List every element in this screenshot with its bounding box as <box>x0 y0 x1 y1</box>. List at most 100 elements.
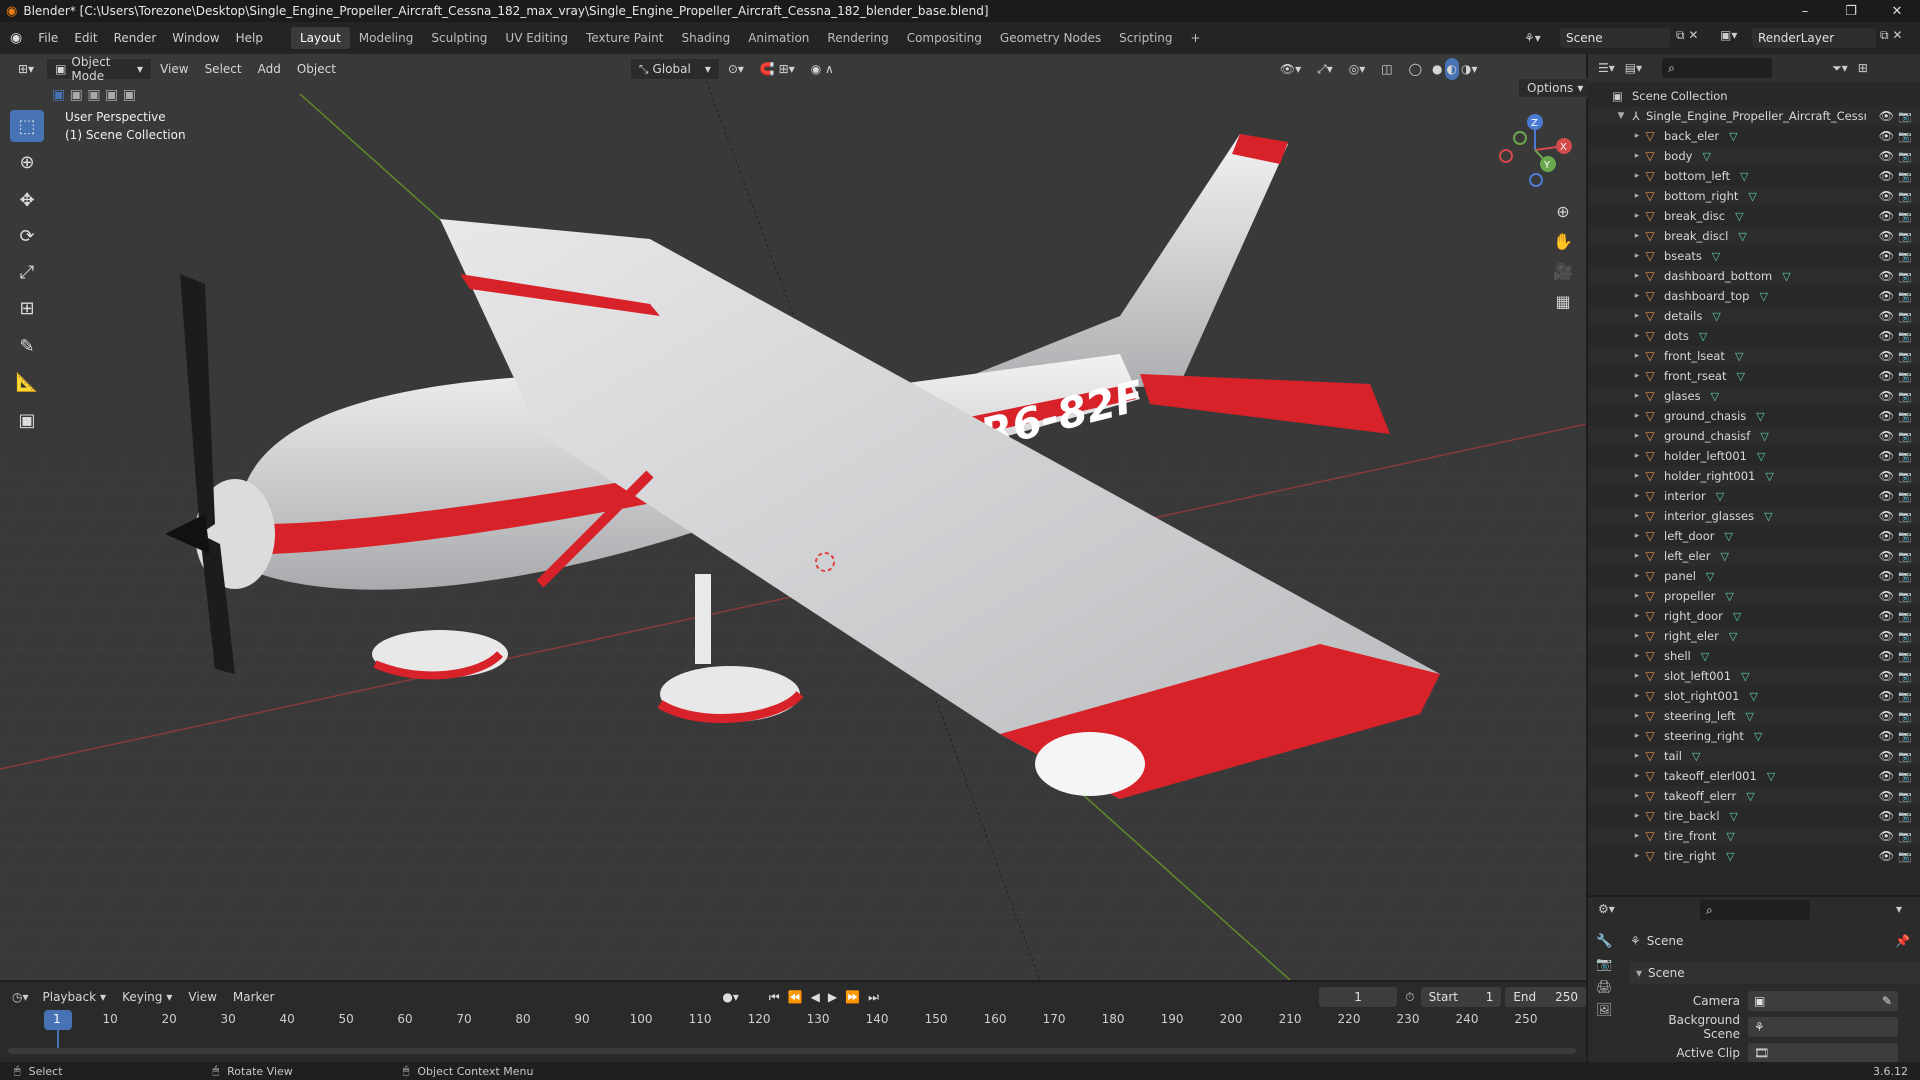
outliner-item-details[interactable]: ▸ ▽ details ▽ 👁 📷 <box>1588 306 1920 326</box>
expand-triangle-icon[interactable]: ▸ <box>1632 371 1642 381</box>
scene-name-field[interactable]: Scene <box>1560 28 1670 48</box>
camera-icon[interactable]: 📷 <box>1898 330 1912 343</box>
active-clip-field[interactable]: 🎞 <box>1748 1043 1898 1063</box>
eye-icon[interactable]: 👁 <box>1879 489 1894 503</box>
eye-icon[interactable]: 👁 <box>1879 649 1894 663</box>
eye-icon[interactable]: 👁 <box>1879 729 1894 743</box>
mesh-data-icon[interactable]: ▽ <box>1754 730 1762 743</box>
expand-triangle-icon[interactable]: ▸ <box>1632 691 1642 701</box>
outliner-item-right-door[interactable]: ▸ ▽ right_door ▽ 👁 📷 <box>1588 606 1920 626</box>
chevron-down-icon[interactable]: ▾ <box>1896 902 1902 916</box>
outliner-collection-row[interactable]: ▼ ⅄ Single_Engine_Propeller_Aircraft_Ces… <box>1588 106 1920 126</box>
expand-triangle-icon[interactable]: ▸ <box>1632 151 1642 161</box>
tool-tab-icon[interactable]: 🔧 <box>1596 934 1620 949</box>
eye-icon[interactable]: 👁 <box>1879 549 1894 563</box>
expand-triangle-icon[interactable]: ▸ <box>1632 611 1642 621</box>
outliner-item-holder-right001[interactable]: ▸ ▽ holder_right001 ▽ 👁 📷 <box>1588 466 1920 486</box>
eye-icon[interactable]: 👁 <box>1879 169 1894 183</box>
eyedropper-icon[interactable]: ✎ <box>1882 994 1892 1008</box>
snap-icon[interactable]: 🧲 ⊞▾ <box>752 58 803 80</box>
expand-triangle-icon[interactable]: ▸ <box>1632 751 1642 761</box>
menu-edit[interactable]: Edit <box>66 31 105 45</box>
camera-icon[interactable]: 📷 <box>1898 250 1912 263</box>
tab-sculpting[interactable]: Sculpting <box>422 27 496 49</box>
menu-render[interactable]: Render <box>106 31 165 45</box>
camera-icon[interactable]: 📷 <box>1898 350 1912 363</box>
outliner-editor-icon[interactable]: ☰▾ <box>1598 61 1615 75</box>
expand-triangle-icon[interactable]: ▸ <box>1632 171 1642 181</box>
mesh-data-icon[interactable]: ▽ <box>1712 310 1720 323</box>
outliner-item-takeoff-elerr[interactable]: ▸ ▽ takeoff_elerr ▽ 👁 📷 <box>1588 786 1920 806</box>
outliner-item-break-discl[interactable]: ▸ ▽ break_discl ▽ 👁 📷 <box>1588 226 1920 246</box>
outliner-item-tail[interactable]: ▸ ▽ tail ▽ 👁 📷 <box>1588 746 1920 766</box>
eye-icon[interactable]: 👁 <box>1879 389 1894 403</box>
camera-property-field[interactable]: ▣ ✎ <box>1748 991 1898 1011</box>
expand-triangle-icon[interactable]: ▸ <box>1632 191 1642 201</box>
camera-icon[interactable]: 📷 <box>1898 130 1912 143</box>
camera-icon[interactable]: 📷 <box>1898 650 1912 663</box>
play-reverse-icon[interactable]: ◀ <box>811 990 820 1004</box>
annotate-tool-icon[interactable]: ✎ <box>10 330 44 362</box>
render-layer-controls-icon[interactable]: ⧉ ✕ <box>1880 28 1902 43</box>
expand-triangle-icon[interactable]: ▸ <box>1632 431 1642 441</box>
camera-icon[interactable]: 📷 <box>1898 570 1912 583</box>
outliner-item-tire-backl[interactable]: ▸ ▽ tire_backl ▽ 👁 📷 <box>1588 806 1920 826</box>
mesh-data-icon[interactable]: ▽ <box>1736 370 1744 383</box>
zoom-icon[interactable]: ⊕ <box>1548 196 1578 226</box>
mesh-data-icon[interactable]: ▽ <box>1733 610 1741 623</box>
camera-icon[interactable]: 📷 <box>1898 670 1912 683</box>
mesh-data-icon[interactable]: ▽ <box>1748 190 1756 203</box>
mesh-data-icon[interactable]: ▽ <box>1746 790 1754 803</box>
expand-triangle-icon[interactable]: ▸ <box>1632 471 1642 481</box>
eye-icon[interactable]: 👁 <box>1879 329 1894 343</box>
outliner-item-dashboard-bottom[interactable]: ▸ ▽ dashboard_bottom ▽ 👁 📷 <box>1588 266 1920 286</box>
shading-wireframe-icon[interactable]: ◯ <box>1401 58 1430 80</box>
timeline-view-menu[interactable]: View <box>180 986 224 1008</box>
outliner-item-bseats[interactable]: ▸ ▽ bseats ▽ 👁 📷 <box>1588 246 1920 266</box>
tab-modeling[interactable]: Modeling <box>350 27 423 49</box>
tab-uv-editing[interactable]: UV Editing <box>496 27 577 49</box>
eye-icon[interactable]: 👁 <box>1879 589 1894 603</box>
outliner-item-body[interactable]: ▸ ▽ body ▽ 👁 📷 <box>1588 146 1920 166</box>
eye-icon[interactable]: 👁 <box>1879 349 1894 363</box>
mesh-data-icon[interactable]: ▽ <box>1702 150 1710 163</box>
expand-triangle-icon[interactable]: ▸ <box>1632 351 1642 361</box>
cursor-tool-icon[interactable]: ⊕ <box>10 146 44 178</box>
minimize-button[interactable]: – <box>1782 0 1828 22</box>
camera-icon[interactable]: 📷 <box>1898 410 1912 423</box>
mesh-data-icon[interactable]: ▽ <box>1730 810 1738 823</box>
outliner-search-input[interactable]: ⌕ <box>1662 58 1773 78</box>
eye-icon[interactable]: 👁 <box>1879 849 1894 863</box>
shading-material-icon[interactable]: ◐ <box>1444 58 1459 80</box>
overlays-icon[interactable]: ◎▾ <box>1341 58 1374 80</box>
properties-search-input[interactable]: ⌕ <box>1700 900 1810 920</box>
eye-icon[interactable]: 👁 <box>1879 409 1894 423</box>
expand-triangle-icon[interactable]: ▸ <box>1632 591 1642 601</box>
pivot-point-icon[interactable]: ⊙▾ <box>720 58 752 80</box>
mesh-data-icon[interactable]: ▽ <box>1726 850 1734 863</box>
expand-triangle-icon[interactable]: ▸ <box>1632 551 1642 561</box>
marker-menu[interactable]: Marker <box>225 986 282 1008</box>
outliner-item-slot-left001[interactable]: ▸ ▽ slot_left001 ▽ 👁 📷 <box>1588 666 1920 686</box>
mesh-data-icon[interactable]: ▽ <box>1729 630 1737 643</box>
camera-icon[interactable]: 📷 <box>1898 450 1912 463</box>
mesh-data-icon[interactable]: ▽ <box>1729 130 1737 143</box>
menu-view[interactable]: View <box>152 58 196 80</box>
display-mode-icon[interactable]: ▤▾ <box>1625 61 1642 75</box>
camera-icon[interactable]: 📷 <box>1898 370 1912 383</box>
expand-triangle-icon[interactable]: ▸ <box>1632 251 1642 261</box>
eye-icon[interactable]: 👁 <box>1879 449 1894 463</box>
end-frame-field[interactable]: End 250 <box>1505 987 1586 1007</box>
new-collection-icon[interactable]: ⊞ <box>1858 61 1868 75</box>
gizmo-neg-x[interactable] <box>1499 149 1513 163</box>
eye-icon[interactable]: 👁 <box>1879 109 1894 123</box>
mesh-data-icon[interactable]: ▽ <box>1699 330 1707 343</box>
camera-icon[interactable]: 📷 <box>1898 430 1912 443</box>
record-icon[interactable]: ●▾ <box>722 990 739 1004</box>
mesh-data-icon[interactable]: ▽ <box>1740 170 1748 183</box>
expand-triangle-icon[interactable]: ▸ <box>1632 211 1642 221</box>
expand-triangle-icon[interactable]: ▸ <box>1632 131 1642 141</box>
expand-triangle-icon[interactable]: ▸ <box>1632 311 1642 321</box>
expand-triangle-icon[interactable]: ▸ <box>1632 851 1642 861</box>
camera-icon[interactable]: 📷 <box>1898 470 1912 483</box>
